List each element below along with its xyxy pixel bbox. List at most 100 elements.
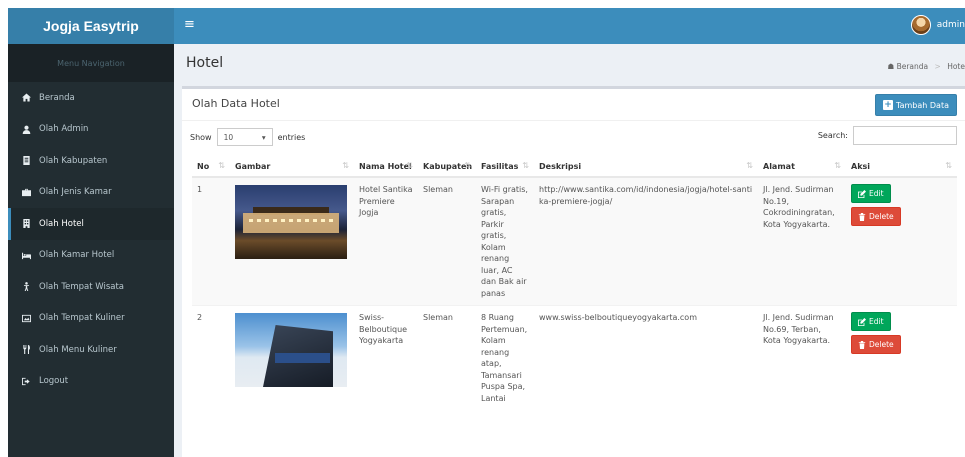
edit-button[interactable]: Edit <box>851 184 891 203</box>
breadcrumb-home-link[interactable]: Beranda <box>897 62 929 71</box>
sidebar-item-label: Olah Tempat Wisata <box>39 281 125 292</box>
cell-alamat: Jl. Jend. Sudirman No.69, Terban, Kota Y… <box>758 305 846 410</box>
show-label: Show <box>190 132 212 142</box>
cell-no: 2 <box>192 305 230 410</box>
sort-icon: ⇅ <box>342 161 349 170</box>
table-row: 2 Swiss-Belboutique Yogyakarta Sleman 8 … <box>192 305 957 410</box>
edit-button[interactable]: Edit <box>851 312 891 331</box>
cell-nama-hotel: Swiss-Belboutique Yogyakarta <box>354 305 418 410</box>
box-title: Olah Data Hotel <box>192 97 280 110</box>
sidebar-item-label: Olah Hotel <box>39 218 84 229</box>
page-title: Hotel <box>186 55 224 71</box>
sidebar-item-olah-tempat-kuliner[interactable]: Olah Tempat Kuliner <box>8 303 174 335</box>
table-row: 1 Hotel Santika Premiere Jogja Sleman Wi… <box>192 176 957 306</box>
sidebar-item-olah-jenis-kamar[interactable]: Olah Jenis Kamar <box>8 177 174 209</box>
document-icon <box>20 155 32 167</box>
content-wrapper: Hotel ☗ Beranda > Hote Olah Data Hotel +… <box>174 44 965 457</box>
data-box: Olah Data Hotel + Tambah Data Show 10 ▾ … <box>182 86 965 457</box>
sidebar-item-olah-admin[interactable]: Olah Admin <box>8 114 174 146</box>
search-label: Search: <box>817 131 848 140</box>
search-control: Search: <box>818 126 957 145</box>
column-header-gambar[interactable]: Gambar ⇅ <box>230 157 354 178</box>
cell-nama-hotel: Hotel Santika Premiere Jogja <box>354 176 418 306</box>
edit-icon <box>858 189 866 198</box>
image-icon <box>20 312 32 324</box>
column-header-no[interactable]: No ⇅ <box>192 157 230 178</box>
sidebar-item-olah-kabupaten[interactable]: Olah Kabupaten <box>8 145 174 177</box>
cell-gambar <box>230 176 354 306</box>
cell-fasilitas: 8 Ruang Pertemuan, Kolam renang atap, Ta… <box>476 305 534 410</box>
sidebar-item-olah-tempat-wisata[interactable]: Olah Tempat Wisata <box>8 271 174 303</box>
entries-select-value: 10 <box>223 132 234 142</box>
column-header-fasilitas[interactable]: Fasilitas ⇅ <box>476 157 534 178</box>
menu-header: Menu Navigation <box>8 44 174 82</box>
sort-asc-icon: ⇅ <box>218 161 225 170</box>
content-header: Hotel ☗ Beranda > Hote <box>174 44 965 86</box>
column-header-deskripsi[interactable]: Deskripsi ⇅ <box>534 157 758 178</box>
cell-deskripsi: www.swiss-belboutiqueyogyakarta.com <box>534 305 758 410</box>
breadcrumb-current: Hote <box>947 62 965 71</box>
sidebar-item-label: Olah Admin <box>39 124 89 135</box>
cell-alamat: Jl. Jend. Sudirman No.19, Cokrodiningrat… <box>758 176 846 306</box>
column-header-nama-hotel[interactable]: Nama Hotel ⇅ <box>354 157 418 178</box>
sort-icon: ⇅ <box>522 161 529 170</box>
search-input[interactable] <box>853 126 957 145</box>
sidebar-item-olah-hotel[interactable]: Olah Hotel <box>8 208 174 240</box>
sidebar-item-olah-kamar-hotel[interactable]: Olah Kamar Hotel <box>8 240 174 272</box>
user-menu[interactable]: admin <box>910 15 965 35</box>
entries-length-control: Show 10 ▾ entries <box>190 128 305 146</box>
trash-icon <box>858 340 866 349</box>
home-icon <box>20 92 32 104</box>
cell-deskripsi: http://www.santika.com/id/indonesia/jogj… <box>534 176 758 306</box>
entries-select[interactable]: 10 ▾ <box>216 128 273 146</box>
user-name: admin <box>936 20 965 30</box>
sidebar-item-label: Olah Jenis Kamar <box>39 187 112 198</box>
sidebar-item-logout[interactable]: Logout <box>8 366 174 398</box>
delete-button[interactable]: Delete <box>851 207 901 226</box>
sidebar-item-beranda[interactable]: Beranda <box>8 82 174 114</box>
user-icon <box>20 123 32 135</box>
building-icon <box>20 218 32 230</box>
add-data-button[interactable]: + Tambah Data <box>875 94 957 116</box>
sidebar-item-label: Olah Tempat Kuliner <box>39 313 125 324</box>
bed-icon <box>20 249 32 261</box>
hotel-image <box>235 313 347 387</box>
avatar <box>910 15 931 35</box>
home-icon: ☗ <box>887 62 895 71</box>
child-icon <box>20 281 32 293</box>
trash-icon <box>858 212 866 221</box>
delete-button[interactable]: Delete <box>851 335 901 354</box>
column-header-aksi[interactable]: Aksi ⇅ <box>846 157 957 178</box>
entries-label: entries <box>277 132 306 142</box>
caret-down-icon: ▾ <box>261 132 266 142</box>
cutlery-icon <box>20 344 32 356</box>
table-header-row: No ⇅ Gambar ⇅ Nama Hotel ⇅ Kabupaten ⇅ Fasil… <box>192 157 957 178</box>
sidebar-item-label: Olah Kabupaten <box>39 155 108 166</box>
column-header-kabupaten[interactable]: Kabupaten ⇅ <box>418 157 476 178</box>
signout-icon <box>20 375 32 387</box>
sort-icon: ⇅ <box>834 161 841 170</box>
briefcase-icon <box>20 186 32 198</box>
sidebar: Jogja Easytrip Menu Navigation Beranda O… <box>8 8 174 457</box>
brand-logo[interactable]: Jogja Easytrip <box>8 8 174 44</box>
sidebar-item-label: Olah Menu Kuliner <box>39 344 117 355</box>
hamburger-menu-icon[interactable]: ≡ <box>184 17 195 32</box>
breadcrumb: ☗ Beranda > Hote <box>887 62 965 71</box>
plus-icon: + <box>883 100 894 110</box>
column-header-alamat[interactable]: Alamat ⇅ <box>758 157 846 178</box>
cell-aksi: Edit Delete <box>846 305 957 410</box>
cell-fasilitas: Wi-Fi gratis, Sarapan gratis, Parkir gra… <box>476 176 534 306</box>
divider <box>182 120 965 121</box>
sidebar-item-label: Olah Kamar Hotel <box>39 250 115 261</box>
sidebar-item-olah-menu-kuliner[interactable]: Olah Menu Kuliner <box>8 334 174 366</box>
hotel-table: No ⇅ Gambar ⇅ Nama Hotel ⇅ Kabupaten ⇅ Fasil… <box>192 157 957 410</box>
cell-no: 1 <box>192 176 230 306</box>
add-data-label: Tambah Data <box>896 100 949 110</box>
cell-kabupaten: Sleman <box>418 305 476 410</box>
sidebar-item-label: Beranda <box>39 92 75 103</box>
sort-icon: ⇅ <box>945 161 952 170</box>
sidebar-item-label: Logout <box>39 376 69 387</box>
sort-icon: ⇅ <box>464 161 471 170</box>
sort-icon: ⇅ <box>746 161 753 170</box>
cell-gambar <box>230 305 354 410</box>
